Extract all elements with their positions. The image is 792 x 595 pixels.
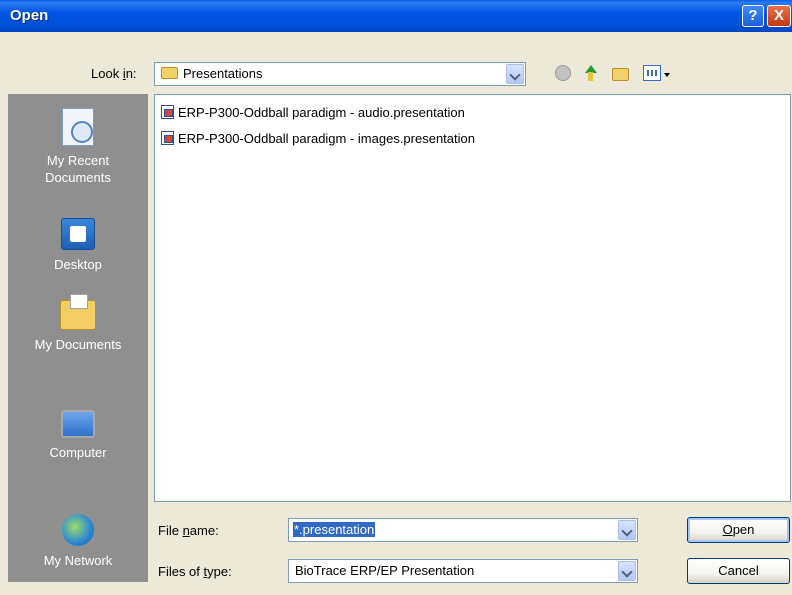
place-label: Computer xyxy=(49,445,107,460)
file-name-label: File name: xyxy=(158,523,219,538)
chevron-down-icon[interactable] xyxy=(618,561,636,581)
look-in-combobox[interactable]: Presentations xyxy=(154,62,526,86)
place-label: Documents xyxy=(45,170,111,185)
place-label: My Documents xyxy=(34,337,122,352)
chevron-down-icon[interactable] xyxy=(618,520,636,540)
window-title: Open xyxy=(10,7,49,24)
list-item[interactable]: ERP-P300-Oddball paradigm - audio.presen… xyxy=(161,105,465,123)
file-name: ERP-P300-Oddball paradigm - audio.presen… xyxy=(178,105,465,120)
recent-documents-icon xyxy=(62,108,94,146)
my-documents-icon xyxy=(60,294,96,330)
view-menu-icon[interactable] xyxy=(643,65,661,81)
cancel-button[interactable]: Cancel xyxy=(687,558,790,584)
new-folder-icon[interactable] xyxy=(612,68,629,81)
place-my-network[interactable]: My Network xyxy=(8,514,148,569)
place-label: My Recent xyxy=(46,153,110,168)
chevron-down-icon[interactable] xyxy=(506,64,524,84)
look-in-value: Presentations xyxy=(183,66,263,81)
places-bar: My Recent Documents Desktop My Documents… xyxy=(8,94,148,582)
view-menu-caret-icon[interactable] xyxy=(664,73,670,77)
up-one-level-icon[interactable] xyxy=(583,65,597,81)
back-icon[interactable] xyxy=(555,65,571,81)
presentation-file-icon xyxy=(161,131,174,145)
look-in-label: Look in: xyxy=(91,66,137,81)
files-of-type-select[interactable]: BioTrace ERP/EP Presentation xyxy=(288,559,638,583)
open-button[interactable]: Open xyxy=(687,517,790,543)
place-my-recent-documents[interactable]: My Recent Documents xyxy=(8,108,148,186)
files-of-type-value: BioTrace ERP/EP Presentation xyxy=(295,563,475,578)
desktop-icon xyxy=(61,218,95,250)
computer-icon xyxy=(61,410,95,438)
presentation-file-icon xyxy=(161,105,174,119)
list-item[interactable]: ERP-P300-Oddball paradigm - images.prese… xyxy=(161,131,475,149)
place-label: My Network xyxy=(43,553,113,568)
close-button[interactable]: X xyxy=(767,5,791,27)
place-computer[interactable]: Computer xyxy=(8,410,148,461)
title-bar: Open ? X xyxy=(0,0,792,32)
place-desktop[interactable]: Desktop xyxy=(8,218,148,273)
network-icon xyxy=(62,514,94,546)
file-name: ERP-P300-Oddball paradigm - images.prese… xyxy=(178,131,475,146)
files-of-type-label: Files of type: xyxy=(158,564,232,579)
help-button[interactable]: ? xyxy=(742,5,764,27)
file-name-input[interactable]: *.presentation xyxy=(288,518,638,542)
place-label: Desktop xyxy=(54,257,102,272)
file-name-value: *.presentation xyxy=(293,522,376,537)
folder-icon xyxy=(161,67,178,79)
place-my-documents[interactable]: My Documents xyxy=(8,294,148,353)
file-list[interactable]: ERP-P300-Oddball paradigm - audio.presen… xyxy=(154,94,791,502)
